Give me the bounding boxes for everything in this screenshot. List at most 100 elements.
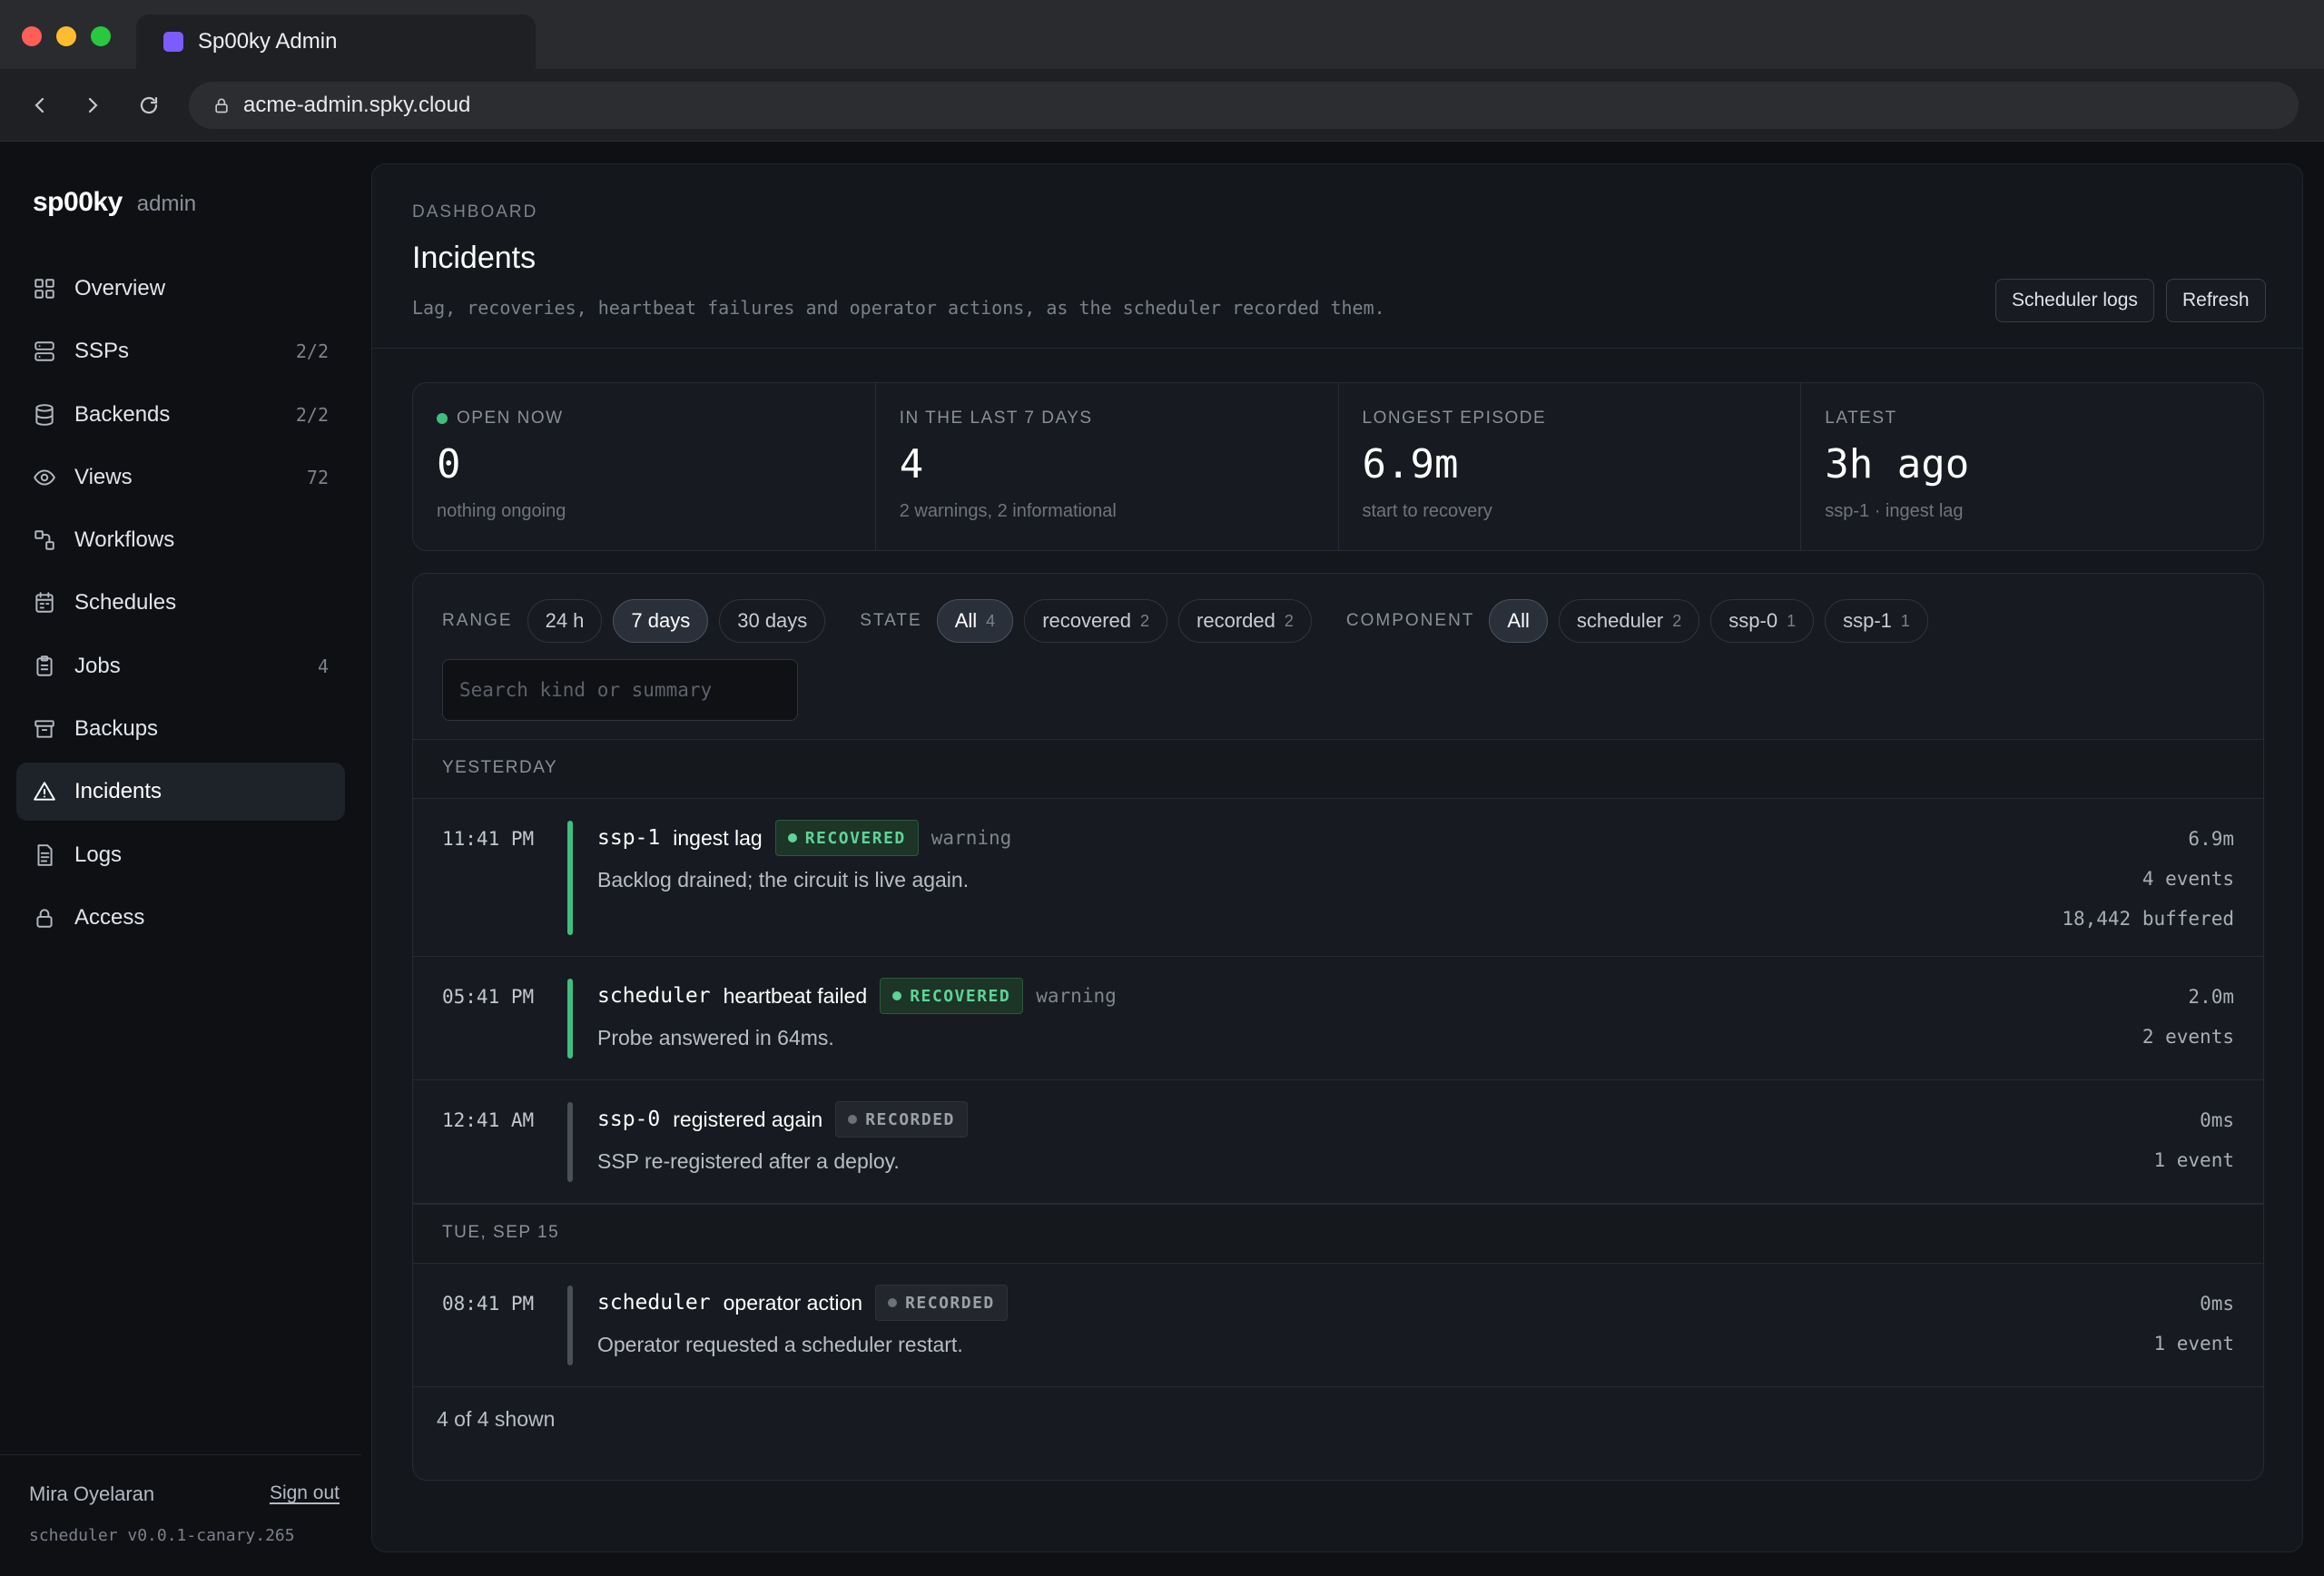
incident-component: ssp-1 — [597, 826, 661, 850]
forward-button[interactable] — [74, 87, 111, 123]
user-name: Mira Oyelaran — [29, 1482, 155, 1505]
search-input[interactable] — [442, 659, 798, 721]
incident-header: scheduler operator action RECORDED — [597, 1284, 1020, 1322]
document-icon — [33, 843, 56, 867]
incident-events: 1 event — [2153, 1149, 2234, 1171]
sidebar-item-access[interactable]: Access — [16, 889, 345, 947]
incident-meta: 6.9m 4 events 18,442 buffered — [2062, 819, 2234, 939]
refresh-button[interactable]: Refresh — [2166, 279, 2266, 322]
incident-header: ssp-1 ingest lag RECOVERED warning — [597, 819, 1011, 857]
maximize-window-button[interactable] — [91, 26, 111, 46]
state-bar — [567, 1102, 573, 1182]
incident-events: 1 event — [2153, 1333, 2234, 1354]
incident-row[interactable]: 05:41 PM scheduler heartbeat failed RECOVER… — [413, 957, 2263, 1080]
status-dot-icon — [888, 1298, 898, 1307]
sidebar-item-backends[interactable]: Backends 2/2 — [16, 386, 345, 444]
incident-duration: 0ms — [2200, 1109, 2234, 1131]
chevron-right-icon — [88, 97, 98, 113]
incident-meta: 0ms 1 event — [2153, 1100, 2234, 1180]
incident-severity: warning — [1036, 985, 1117, 1007]
component-chip-ssp-1[interactable]: ssp-1 1 — [1825, 599, 1928, 643]
sidebar-item-incidents[interactable]: Incidents — [16, 763, 345, 822]
back-button[interactable] — [22, 87, 58, 123]
sidebar-item-views[interactable]: Views 72 — [16, 448, 345, 507]
chip-count: 4 — [986, 611, 996, 630]
incident-row[interactable]: 11:41 PM ssp-1 ingest lag RECOVERED warning B… — [413, 799, 2263, 957]
chevron-left-icon — [34, 97, 44, 113]
sidebar-item-count: 2/2 — [295, 403, 329, 426]
stat-label: LONGEST EPISODE — [1362, 409, 1547, 428]
minimize-window-button[interactable] — [56, 26, 76, 46]
component-chip-ssp-0[interactable]: ssp-0 1 — [1710, 599, 1815, 643]
incident-row[interactable]: 08:41 PM scheduler operator action RECORDED… — [413, 1264, 2263, 1387]
incident-row[interactable]: 12:41 AM ssp-0 registered again RECORDED SSP… — [413, 1080, 2263, 1204]
incident-summary: Operator requested a scheduler restart. — [597, 1333, 963, 1356]
favicon-icon — [163, 32, 183, 52]
sidebar-item-workflows[interactable]: Workflows — [16, 511, 345, 569]
sidebar-item-count: 2/2 — [295, 340, 329, 363]
filter-bar: RANGE 24 h7 days 30 days STATE All 4 recove… — [442, 597, 2240, 645]
sidebar-item-logs[interactable]: Logs — [16, 826, 345, 884]
stat-longest-episode: LONGEST EPISODE 6.9m start to recovery — [1339, 383, 1802, 550]
eye-icon — [33, 466, 56, 489]
warning-icon — [33, 780, 56, 803]
sidebar-item-backups[interactable]: Backups — [16, 700, 345, 758]
sidebar-nav: Overview SSPs 2/2 Backends 2/2 Views 72 Workflo… — [16, 260, 345, 951]
status-dot-icon — [892, 991, 902, 1000]
stat-note: ssp-1 · ingest lag — [1825, 501, 1964, 521]
incident-summary: Probe answered in 64ms. — [597, 1026, 834, 1049]
stat-last-7-days: IN THE LAST 7 DAYS 4 2 warnings, 2 informa… — [876, 383, 1339, 550]
component-label: COMPONENT — [1345, 611, 1475, 630]
sidebar-item-schedules[interactable]: Schedules — [16, 574, 345, 632]
sidebar-item-overview[interactable]: Overview — [16, 260, 345, 318]
browser-toolbar: acme-admin.spky.cloud — [0, 69, 2324, 142]
close-window-button[interactable] — [22, 26, 42, 46]
state-chip-recovered[interactable]: recovered 2 — [1024, 599, 1168, 643]
brand[interactable]: sp00ky admin — [33, 187, 196, 218]
state-chip-all[interactable]: All 4 — [936, 599, 1014, 643]
tab-title: Sp00ky Admin — [198, 29, 338, 54]
state-bar — [567, 1285, 573, 1365]
range-chip-24-h[interactable]: 24 h — [527, 599, 603, 643]
calendar-icon — [33, 591, 56, 615]
stat-label: IN THE LAST 7 DAYS — [899, 409, 1093, 428]
incident-header: scheduler heartbeat failed RECOVERED warnin… — [597, 977, 1117, 1015]
sidebar-item-label: Workflows — [74, 527, 175, 553]
reload-button[interactable] — [131, 87, 167, 123]
sidebar-footer: Mira Oyelaran Sign out scheduler v0.0.1-… — [0, 1454, 361, 1576]
incident-events: 4 events — [2142, 868, 2234, 890]
address-bar[interactable]: acme-admin.spky.cloud — [189, 82, 2299, 129]
grid-icon — [33, 277, 56, 300]
version-label: scheduler v0.0.1-canary.265 — [29, 1526, 295, 1545]
incident-time: 11:41 PM — [442, 828, 535, 850]
incident-kind: ingest lag — [673, 825, 763, 850]
component-chip-all[interactable]: All — [1489, 599, 1548, 643]
page-title: Incidents — [412, 241, 537, 275]
state-label: STATE — [860, 611, 922, 630]
archive-icon — [33, 717, 56, 741]
state-badge: RECORDED — [875, 1285, 1008, 1321]
sidebar-item-jobs[interactable]: Jobs 4 — [16, 637, 345, 695]
scheduler-logs-button[interactable]: Scheduler logs — [1995, 279, 2154, 322]
sidebar-item-label: Schedules — [74, 590, 177, 616]
stat-note: start to recovery — [1362, 501, 1492, 521]
sidebar-item-ssps[interactable]: SSPs 2/2 — [16, 322, 345, 380]
sidebar-item-label: Incidents — [74, 779, 162, 804]
range-chip-7-days[interactable]: 7 days — [613, 599, 709, 643]
stat-value: 4 — [899, 441, 924, 488]
range-chip-30-days[interactable]: 30 days — [719, 599, 826, 643]
incidents-card: RANGE 24 h7 days 30 days STATE All 4 recove… — [412, 573, 2264, 1481]
chip-count: 2 — [1672, 611, 1682, 630]
clipboard-icon — [33, 655, 56, 678]
workflow-icon — [33, 528, 56, 552]
sidebar-item-label: Access — [74, 904, 145, 930]
component-chip-scheduler[interactable]: scheduler 2 — [1558, 599, 1700, 643]
logo: sp00ky — [33, 187, 123, 217]
incident-duration: 2.0m — [2188, 986, 2234, 1008]
incident-component: scheduler — [597, 1291, 711, 1315]
browser-chrome: Sp00ky Admin acme-admin.spky.cloud — [0, 0, 2324, 142]
stat-value: 3h ago — [1825, 441, 1970, 488]
browser-tab[interactable]: Sp00ky Admin — [136, 15, 536, 69]
sign-out-link[interactable]: Sign out — [270, 1482, 340, 1504]
state-chip-recorded[interactable]: recorded 2 — [1178, 599, 1312, 643]
